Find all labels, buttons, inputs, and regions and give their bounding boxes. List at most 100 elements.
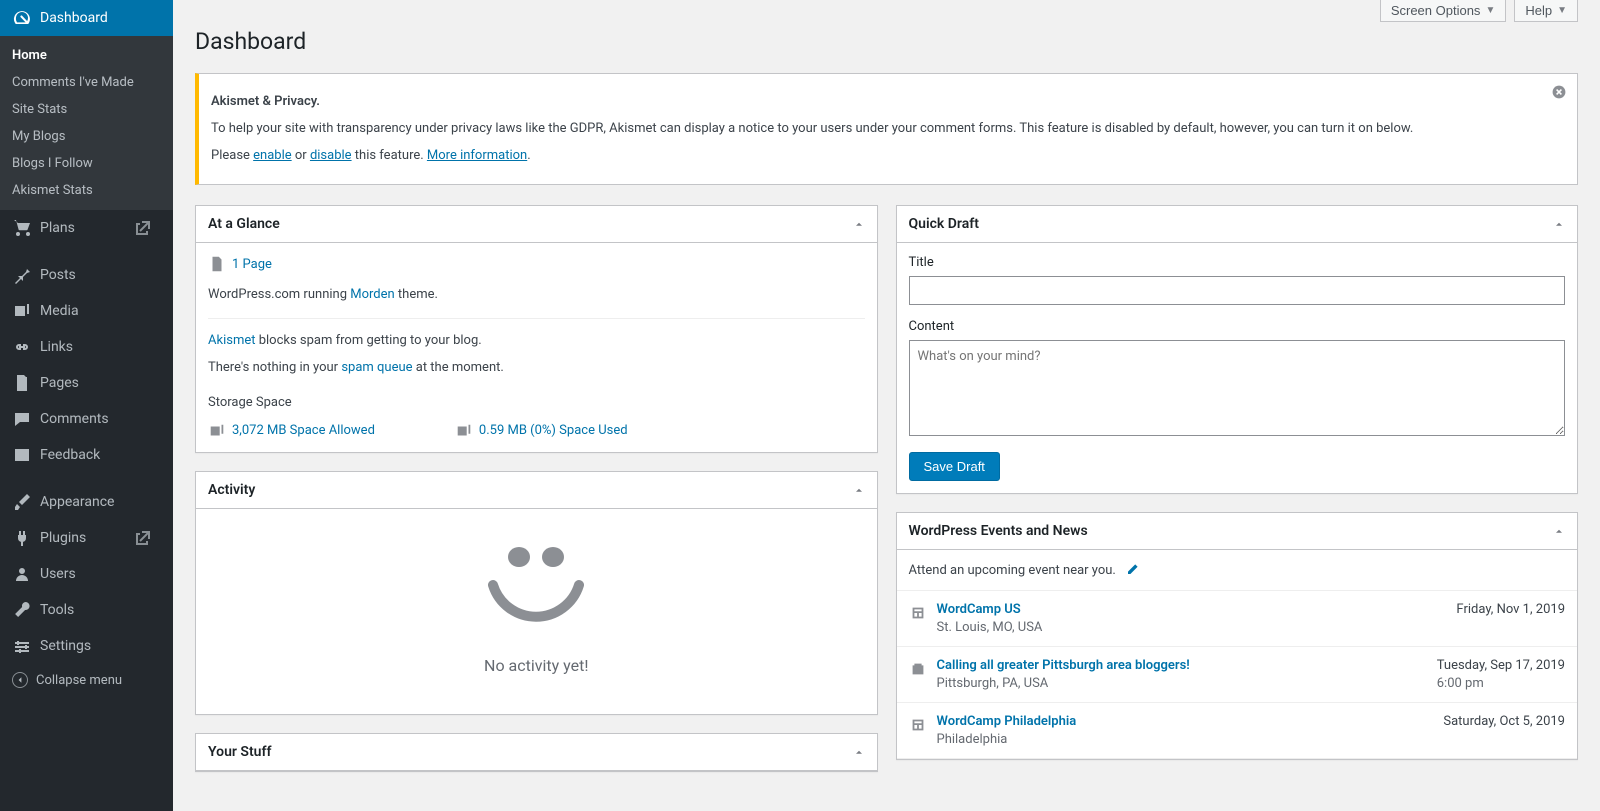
enable-link[interactable]: enable — [253, 148, 292, 163]
events-news-widget: WordPress Events and News Attend an upco… — [896, 512, 1579, 760]
toggle-up-icon[interactable] — [853, 746, 865, 758]
pencil-icon[interactable] — [1124, 562, 1140, 578]
menu-pages[interactable]: Pages — [0, 365, 173, 401]
event-link[interactable]: WordCamp US — [937, 602, 1021, 617]
event-time: 6:00 pm — [1437, 676, 1565, 691]
space-allowed-link[interactable]: 3,072 MB Space Allowed — [232, 423, 375, 438]
plug-icon — [12, 528, 32, 548]
toggle-up-icon[interactable] — [853, 484, 865, 496]
activity-empty-text: No activity yet! — [196, 653, 877, 679]
draft-title-input[interactable] — [909, 276, 1566, 305]
akismet-privacy-notice: Akismet & Privacy. To help your site wit… — [195, 73, 1578, 185]
help-label: Help — [1525, 3, 1552, 18]
disable-link[interactable]: disable — [310, 148, 352, 163]
menu-users-label: Users — [40, 566, 76, 582]
your-stuff-title: Your Stuff — [208, 744, 271, 760]
menu-dashboard[interactable]: Dashboard — [0, 0, 173, 36]
menu-tools[interactable]: Tools — [0, 592, 173, 628]
quick-draft-widget: Quick Draft Title Content Save Draft — [896, 205, 1579, 494]
your-stuff-widget: Your Stuff — [195, 733, 878, 772]
external-link-icon — [133, 218, 153, 238]
submenu-my-blogs[interactable]: My Blogs — [0, 123, 173, 150]
help-button[interactable]: Help ▼ — [1514, 0, 1578, 22]
submenu-home[interactable]: Home — [0, 42, 173, 69]
event-date: Saturday, Oct 5, 2019 — [1443, 714, 1565, 729]
event-link[interactable]: Calling all greater Pittsburgh area blog… — [937, 658, 1190, 673]
toggle-up-icon[interactable] — [853, 218, 865, 230]
media-icon — [208, 422, 226, 440]
events-intro-text: Attend an upcoming event near you. — [909, 563, 1116, 578]
page-icon — [208, 255, 226, 273]
menu-posts[interactable]: Posts — [0, 257, 173, 293]
feedback-icon — [12, 445, 32, 465]
event-item: Calling all greater Pittsburgh area blog… — [897, 647, 1578, 703]
toggle-up-icon[interactable] — [1553, 525, 1565, 537]
storage-space-label: Storage Space — [208, 393, 865, 414]
menu-plans-label: Plans — [40, 220, 75, 236]
caret-down-icon: ▼ — [1557, 5, 1567, 16]
space-used-link[interactable]: 0.59 MB (0%) Space Used — [479, 423, 628, 438]
menu-users[interactable]: Users — [0, 556, 173, 592]
more-info-link[interactable]: More information — [427, 148, 527, 163]
spam-queue-link[interactable]: spam queue — [341, 360, 412, 375]
dashboard-submenu: Home Comments I've Made Site Stats My Bl… — [0, 36, 173, 210]
menu-plans[interactable]: Plans — [0, 210, 173, 246]
menu-posts-label: Posts — [40, 267, 76, 283]
event-link[interactable]: WordCamp Philadelphia — [937, 714, 1077, 729]
draft-content-textarea[interactable] — [909, 340, 1566, 436]
menu-feedback-label: Feedback — [40, 447, 100, 463]
event-location: St. Louis, MO, USA — [937, 620, 1043, 635]
screen-options-button[interactable]: Screen Options ▼ — [1380, 0, 1507, 22]
pin-icon — [12, 265, 32, 285]
menu-settings[interactable]: Settings — [0, 628, 173, 664]
draft-title-label: Title — [909, 255, 1566, 270]
page-count-link[interactable]: 1 Page — [232, 257, 272, 272]
cart-icon — [12, 218, 32, 238]
theme-link[interactable]: Morden — [350, 287, 394, 302]
activity-widget: Activity No activity yet! — [195, 471, 878, 716]
event-item: WordCamp US St. Louis, MO, USA Friday, N… — [897, 591, 1578, 647]
menu-links[interactable]: Links — [0, 329, 173, 365]
wordcamp-icon — [909, 716, 927, 734]
at-a-glance-title: At a Glance — [208, 216, 280, 232]
links-icon — [12, 337, 32, 357]
user-icon — [12, 564, 32, 584]
caret-down-icon: ▼ — [1485, 5, 1495, 16]
menu-settings-label: Settings — [40, 638, 91, 654]
dismiss-icon[interactable] — [1551, 84, 1567, 100]
comments-icon — [12, 409, 32, 429]
notice-body: To help your site with transparency unde… — [211, 119, 1565, 140]
event-item: WordCamp Philadelphia Philadelphia Satur… — [897, 703, 1578, 759]
submenu-blogs-i-follow[interactable]: Blogs I Follow — [0, 150, 173, 177]
menu-comments-label: Comments — [40, 411, 109, 427]
submenu-site-stats[interactable]: Site Stats — [0, 96, 173, 123]
toggle-up-icon[interactable] — [1553, 218, 1565, 230]
submenu-akismet-stats[interactable]: Akismet Stats — [0, 177, 173, 204]
brush-icon — [12, 492, 32, 512]
menu-pages-label: Pages — [40, 375, 79, 391]
menu-plugins[interactable]: Plugins — [0, 520, 173, 556]
save-draft-button[interactable]: Save Draft — [909, 452, 1000, 481]
collapse-menu-button[interactable]: Collapse menu — [0, 664, 173, 696]
wp-version-text: WordPress.com running Morden theme. — [208, 285, 865, 306]
akismet-link[interactable]: Akismet — [208, 333, 256, 348]
media-icon — [455, 422, 473, 440]
wrench-icon — [12, 600, 32, 620]
meetup-icon — [909, 660, 927, 678]
event-date: Tuesday, Sep 17, 2019 — [1437, 658, 1565, 673]
settings-icon — [12, 636, 32, 656]
menu-appearance[interactable]: Appearance — [0, 484, 173, 520]
main-content: Screen Options▼ Help▼ Dashboard Akismet … — [173, 0, 1600, 811]
submenu-comments-ive-made[interactable]: Comments I've Made — [0, 69, 173, 96]
menu-comments[interactable]: Comments — [0, 401, 173, 437]
menu-feedback[interactable]: Feedback — [0, 437, 173, 473]
screen-options-label: Screen Options — [1391, 3, 1481, 18]
collapse-menu-label: Collapse menu — [36, 673, 122, 688]
notice-actions: Please enable or disable this feature. M… — [211, 146, 1565, 167]
menu-tools-label: Tools — [40, 602, 74, 618]
menu-media[interactable]: Media — [0, 293, 173, 329]
smiley-icon — [481, 535, 591, 635]
menu-links-label: Links — [40, 339, 73, 355]
quick-draft-title: Quick Draft — [909, 216, 979, 232]
event-location: Pittsburgh, PA, USA — [937, 676, 1190, 691]
